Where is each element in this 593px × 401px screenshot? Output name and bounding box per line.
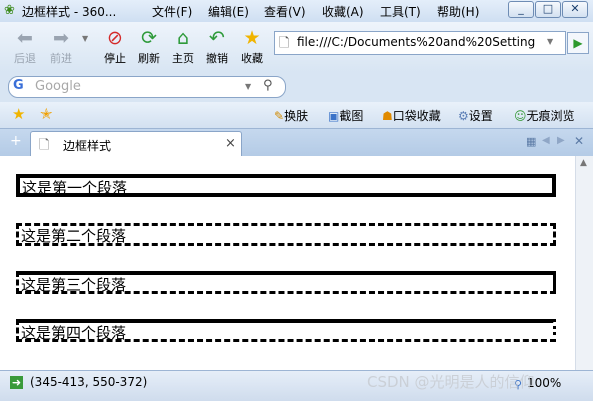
wrench-icon: ⚙ [458,109,469,123]
skin-label: 换肤 [284,109,309,123]
screenshot-label: 截图 [339,109,364,123]
close-window-button[interactable]: ✕ [562,1,588,18]
incognito-label: 无痕浏览 [526,109,575,123]
search-engine-icon[interactable]: G [13,78,24,93]
tab-close-icon[interactable]: × [225,136,236,151]
search-input[interactable]: Google [35,79,81,94]
screenshot-button[interactable]: ▣截图 [328,107,363,124]
favorites-star-icon[interactable]: ★ [12,105,25,123]
browser-logo-icon: ❀ [4,3,15,18]
pocket-label: 口袋收藏 [392,109,441,123]
tab-grid-icon[interactable]: ▦ [526,135,536,148]
stop-label: 停止 [104,52,126,65]
settings-label: 设置 [468,109,493,123]
vertical-scrollbar[interactable]: ▲ [575,156,593,370]
home-button[interactable]: ⌂ 主页 [168,24,198,66]
pocket-button[interactable]: ☗口袋收藏 [382,107,441,124]
address-input[interactable]: file:///C:/Documents%20and%20Settings [297,35,535,49]
status-coords: (345-413, 550-372) [30,375,148,389]
menu-help[interactable]: 帮助(H) [437,3,479,20]
screenshot-icon: ▣ [328,109,340,123]
menu-view[interactable]: 查看(V) [264,3,306,20]
go-button[interactable]: ▶ [567,32,589,54]
undo-button[interactable]: ↶ 撤销 [202,24,232,66]
address-bar[interactable]: 🗋 file:///C:/Documents%20and%20Settings … [274,31,566,55]
page-icon: 🗋 [279,36,290,51]
settings-button[interactable]: ⚙设置 [458,107,493,124]
tab-title: 边框样式 [63,139,112,153]
address-dropdown-icon[interactable]: ▼ [547,37,553,46]
add-favorite-icon[interactable]: ✭ [40,105,53,123]
scroll-up-icon[interactable]: ▲ [580,158,587,168]
menu-edit[interactable]: 编辑(E) [208,3,249,20]
window-title: 边框样式 - 360... [22,5,117,19]
page-content: 这是第一个段落 这是第二个段落 这是第三个段落 这是第四个段落 [0,156,575,370]
paragraph-solid: 这是第一个段落 [16,174,556,197]
watermark: CSDN @光明是人的信仰 [367,373,535,391]
paragraph-four-styles: 这是第四个段落 [16,319,556,342]
menu-file[interactable]: 文件(F) [152,3,192,20]
undo-icon: ↶ [209,27,225,49]
menu-tools[interactable]: 工具(T) [380,3,421,20]
search-icon[interactable]: ⚲ [263,78,273,93]
history-dropdown-icon[interactable]: ▼ [82,34,88,43]
undo-label: 撤销 [206,52,228,65]
minimize-button[interactable]: _ [508,1,534,18]
paragraph-mixed-border: 这是第三个段落 [16,271,556,294]
stop-button[interactable]: ⊘ 停止 [100,24,130,66]
tab-scroll-left-icon[interactable]: ◀ [542,135,550,146]
favorites-button[interactable]: ★ 收藏 [236,24,268,66]
forward-button[interactable]: ➡ 前进 [44,24,78,66]
menu-favorites[interactable]: 收藏(A) [322,3,364,20]
favorites-label: 收藏 [241,52,263,65]
home-label: 主页 [172,52,194,65]
paragraph-dashed: 这是第二个段落 [16,223,556,246]
refresh-label: 刷新 [138,52,160,65]
status-page-icon: ➜ [10,376,23,389]
tab-active[interactable]: 🗋 边框样式 × [30,131,242,157]
incognito-button[interactable]: ☺无痕浏览 [514,107,575,124]
star-icon: ★ [243,27,261,49]
maximize-button[interactable]: □ [535,1,561,18]
skin-button[interactable]: ✎换肤 [274,107,308,124]
home-icon: ⌂ [176,27,190,49]
go-icon: ▶ [573,36,583,50]
pocket-icon: ☗ [382,109,393,123]
paragraph-text: 这是第一个段落 [22,179,128,197]
tab-page-icon: 🗋 [39,138,50,153]
forward-label: 前进 [50,52,72,65]
refresh-icon: ⟳ [141,27,157,49]
forward-icon: ➡ [53,27,69,49]
back-button[interactable]: ⬅ 后退 [10,24,40,66]
stop-icon: ⊘ [107,27,123,49]
paragraph-text: 这是第三个段落 [21,276,127,294]
back-icon: ⬅ [17,27,33,49]
paragraph-text: 这是第二个段落 [21,227,127,245]
brush-icon: ✎ [274,109,285,123]
refresh-button[interactable]: ⟳ 刷新 [134,24,164,66]
tab-bar-close-icon[interactable]: ✕ [574,134,584,148]
search-dropdown-icon[interactable]: ▼ [245,82,251,91]
back-label: 后退 [14,52,36,65]
paragraph-text: 这是第四个段落 [21,324,127,342]
incognito-icon: ☺ [514,109,527,123]
search-box[interactable]: G Google ▼ ⚲ [8,76,286,98]
new-tab-icon[interactable]: + [10,133,22,149]
tab-scroll-right-icon[interactable]: ▶ [557,135,565,146]
